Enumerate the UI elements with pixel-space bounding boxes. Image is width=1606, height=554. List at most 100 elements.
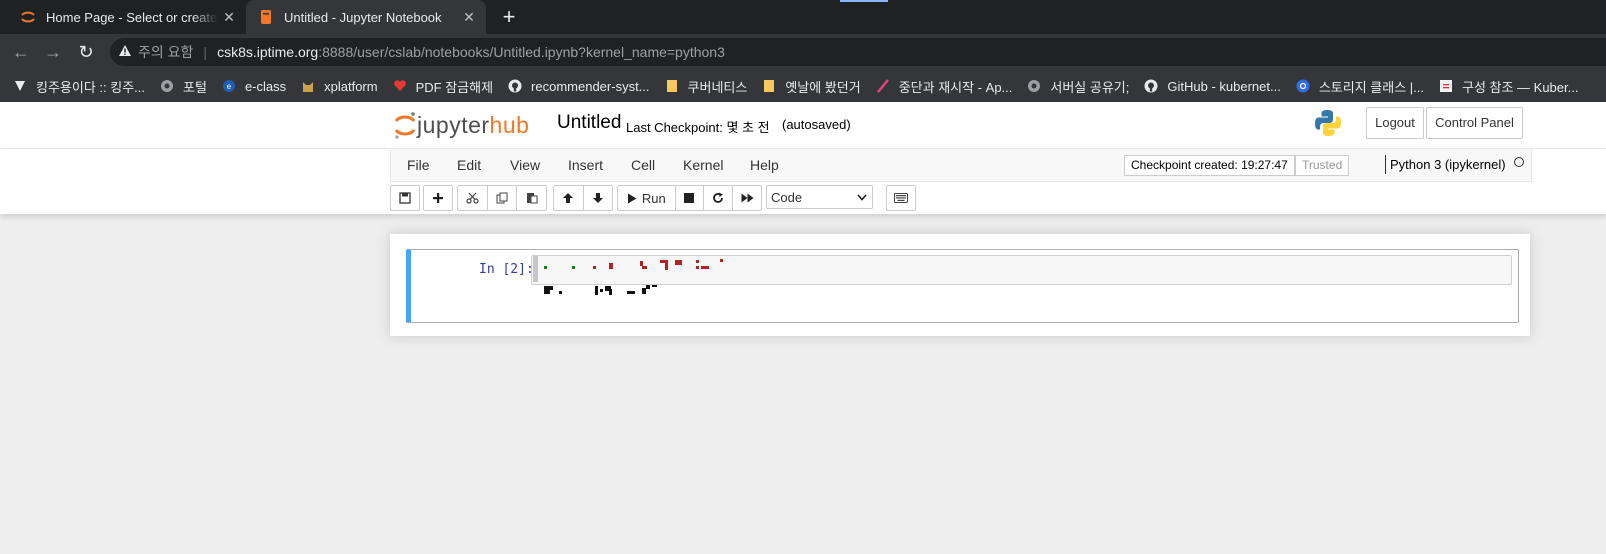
security-warning-label[interactable]: 주의 요함 [138, 42, 193, 62]
bookmark-label: 옛날에 봤던거 [785, 79, 861, 95]
bookmark-item[interactable]: 쿠버네티스 [664, 77, 748, 96]
paste-icon [526, 193, 538, 204]
github-icon [1143, 78, 1159, 94]
toolbar-group-save [390, 185, 420, 211]
notebook-name[interactable]: Untitled [557, 112, 621, 134]
autosave-status: (autosaved) [782, 117, 851, 132]
kernel-idle-icon [1514, 157, 1524, 167]
feather-icon [875, 78, 891, 94]
folder-icon [664, 78, 680, 94]
trusted-indicator[interactable]: Trusted [1295, 155, 1350, 176]
restart-icon [713, 192, 724, 203]
tab-home-page[interactable]: Home Page - Select or create a ✕ [8, 0, 246, 34]
cell-type-value: Code [771, 190, 803, 205]
speed-icon [12, 78, 28, 94]
arrow-up-icon [563, 193, 574, 203]
menu-edit[interactable]: Edit [457, 157, 481, 173]
reload-icon[interactable]: ↻ [73, 39, 99, 65]
new-tab-button[interactable]: + [496, 4, 522, 30]
bookmark-item[interactable]: 중단과 재시작 - Ap... [875, 77, 1013, 96]
command-palette-button[interactable] [887, 186, 915, 210]
cat-icon [300, 78, 316, 94]
menubar: File Edit View Insert Cell Kernel Help [390, 148, 1532, 182]
toolbar-group-move [553, 185, 613, 211]
tab-untitled-notebook[interactable]: Untitled - Jupyter Notebook ✕ [246, 0, 486, 34]
toolbar-group-palette [886, 185, 916, 211]
move-up-button[interactable] [554, 186, 584, 210]
bookmark-label: PDF 잠금해제 [415, 79, 494, 95]
bookmark-label: GitHub - kubernet... [1167, 78, 1281, 94]
input-prompt: In [2]: [479, 262, 534, 277]
bookmark-item[interactable]: 킹주용이다 :: 킹주... [12, 77, 145, 96]
bookmark-label: 스토리지 클래스 |... [1318, 79, 1424, 95]
logo-text-jupyter: jupyter [417, 111, 490, 138]
paste-button[interactable] [517, 186, 546, 210]
menu-file[interactable]: File [407, 157, 430, 173]
github-icon [507, 78, 523, 94]
scissors-icon [466, 192, 479, 204]
bookmark-item[interactable]: e e-class [221, 78, 286, 94]
menu-view[interactable]: View [510, 157, 540, 173]
restart-run-all-button[interactable] [733, 186, 761, 210]
bookmark-item[interactable]: GitHub - kubernet... [1143, 78, 1281, 94]
url-path: :8888/user/cslab/notebooks/Untitled.ipyn… [318, 44, 725, 60]
logout-button[interactable]: Logout [1366, 107, 1424, 139]
forward-icon[interactable]: → [40, 39, 66, 65]
bookmark-item[interactable]: PDF 잠금해제 [392, 77, 493, 96]
copy-button[interactable] [488, 186, 518, 210]
folder-icon [761, 78, 777, 94]
bookmark-label: 중단과 재시작 - Ap... [898, 79, 1013, 95]
bookmark-label: recommender-syst... [531, 78, 650, 94]
globe-icon [159, 78, 175, 94]
menu-insert[interactable]: Insert [568, 157, 603, 173]
address-separator: | [203, 44, 208, 60]
chevron-down-icon [857, 186, 867, 210]
kernel-name[interactable]: Python 3 (ipykernel) [1385, 155, 1506, 174]
bookmark-item[interactable]: 구성 참조 — Kuber... [1438, 77, 1578, 96]
toolbar-group-clipboard [457, 185, 547, 211]
svg-text:e: e [227, 82, 232, 91]
menu-cell[interactable]: Cell [631, 157, 655, 173]
tab-title: Untitled - Jupyter Notebook [284, 9, 442, 25]
address-input[interactable]: 주의 요함 | csk8s.iptime.org:8888/user/cslab… [110, 38, 1606, 66]
bookmark-item[interactable]: 포털 [159, 77, 207, 96]
cell-type-select[interactable]: Code [766, 185, 873, 209]
jupyter-icon [20, 9, 36, 25]
insert-cell-button[interactable] [424, 186, 452, 210]
interrupt-button[interactable] [676, 186, 705, 210]
cut-button[interactable] [458, 186, 488, 210]
move-down-button[interactable] [584, 186, 613, 210]
bookmark-label: 쿠버네티스 [687, 79, 748, 95]
menu-kernel[interactable]: Kernel [683, 157, 723, 173]
eclass-icon: e [221, 78, 237, 94]
close-icon[interactable]: ✕ [458, 9, 480, 26]
back-icon[interactable]: ← [8, 39, 34, 65]
jupyterhub-logo[interactable]: jupyter hub [393, 108, 529, 142]
bookmark-item[interactable]: 서버실 공유기; [1026, 77, 1129, 96]
jupyter-logo-icon [394, 112, 416, 139]
heart-icon [392, 78, 408, 94]
toolbar-group-insert [423, 185, 453, 211]
bookmark-item[interactable]: xplatform [300, 78, 378, 94]
bookmark-item[interactable]: recommender-syst... [507, 78, 650, 94]
run-button[interactable]: Run [618, 186, 676, 210]
bookmark-label: 서버실 공유기; [1050, 79, 1130, 95]
notebook-icon [258, 9, 274, 25]
close-icon[interactable]: ✕ [218, 9, 240, 26]
warning-icon[interactable] [118, 44, 132, 60]
menu-help[interactable]: Help [750, 157, 779, 173]
bookmark-item[interactable]: 옛날에 봤던거 [761, 77, 861, 96]
checkpoint-created-notification: Checkpoint created: 19:27:47 [1124, 155, 1295, 176]
bookmark-item[interactable]: 스토리지 클래스 |... [1295, 77, 1424, 96]
address-bar-row: ← → ↻ 주의 요함 | csk8s.iptime.org:8888/user… [0, 34, 1606, 70]
play-icon [627, 193, 637, 203]
url-host: csk8s.iptime.org [217, 44, 319, 60]
restart-button[interactable] [704, 186, 734, 210]
fast-forward-icon [741, 193, 754, 203]
save-button[interactable] [391, 186, 419, 210]
kubernetes-icon [1295, 78, 1311, 94]
bookmark-label: xplatform [324, 78, 378, 94]
bookmark-label: 포털 [183, 79, 207, 95]
keyboard-icon [894, 193, 908, 203]
control-panel-button[interactable]: Control Panel [1426, 107, 1523, 139]
